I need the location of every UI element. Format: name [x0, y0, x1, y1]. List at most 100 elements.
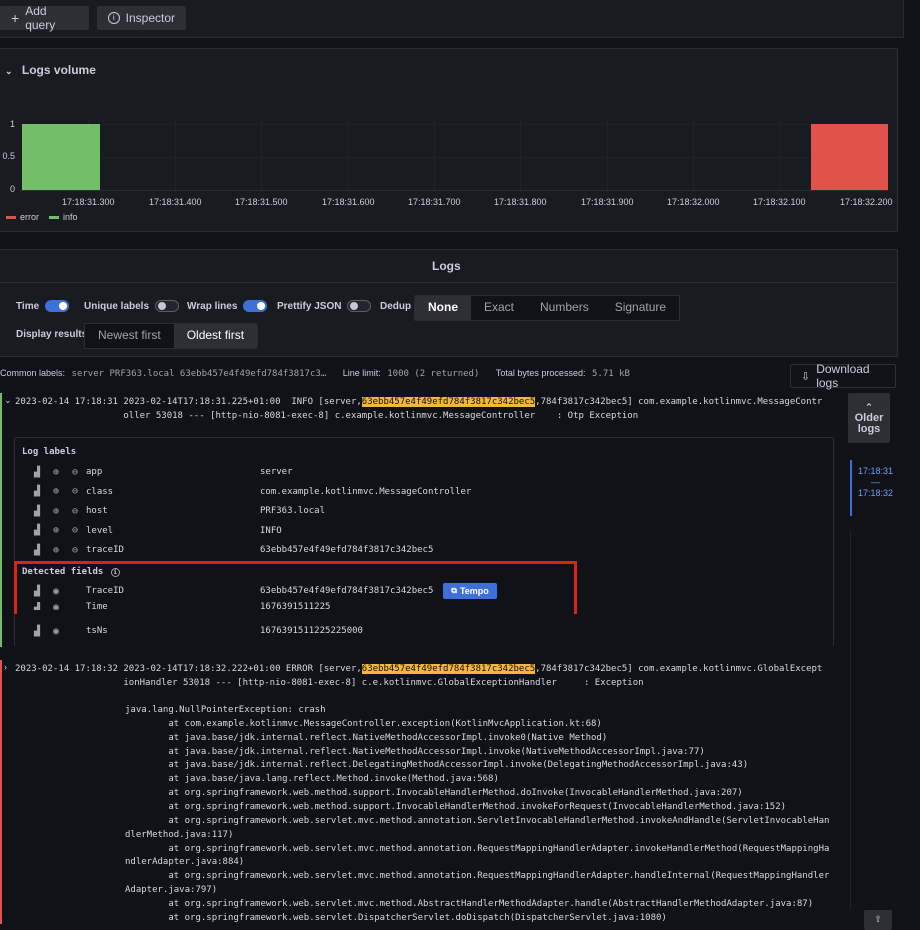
stats-icon[interactable]: ▟: [30, 545, 44, 556]
chart-legend: error info: [6, 212, 78, 222]
stats-icon[interactable]: ▟: [30, 486, 44, 497]
x-tick-label: 17:18:31.300: [62, 197, 115, 207]
unique-labels-label: Unique labels: [84, 300, 150, 312]
plus-icon: +: [11, 10, 20, 26]
older-logs-button[interactable]: ⌃ Older logs: [848, 393, 890, 443]
detected-field-row: ▟ ◉ tsNs 1676391511225225000: [30, 622, 590, 640]
zoom-out-icon[interactable]: ⊖: [68, 525, 82, 536]
nav-dash: —: [871, 477, 881, 487]
highlight-clip-cover: [17, 611, 574, 619]
wrap-lines-toggle[interactable]: [243, 300, 268, 312]
stats-icon[interactable]: ▟: [30, 626, 44, 637]
stacktrace-line: at org.springframework.web.method.suppor…: [125, 801, 787, 812]
legend-swatch-error: [6, 215, 16, 219]
scroll-to-top-button[interactable]: ⇧: [864, 910, 892, 930]
gridline-h-mid: [20, 157, 888, 158]
download-icon: ⇩: [801, 370, 811, 383]
eye-icon[interactable]: ◉: [49, 626, 63, 637]
inspector-button[interactable]: i Inspector: [97, 6, 186, 30]
download-logs-label: Download logs: [816, 362, 870, 390]
log-labels-title: Log labels: [22, 447, 77, 457]
x-tick-label: 17:18:31.600: [322, 197, 375, 207]
wrap-lines-label: Wrap lines: [187, 300, 238, 312]
bytes-processed-value: 5.71 kB: [591, 369, 630, 379]
zoom-out-icon[interactable]: ⊖: [68, 545, 82, 556]
time-toggle[interactable]: [45, 300, 70, 312]
zoom-in-icon[interactable]: ⊕: [49, 486, 63, 497]
gridline-v: [434, 118, 435, 190]
log-label-value: PRF363.local: [260, 506, 326, 516]
log-line-1: 2023-02-14 17:18:31 2023-02-14T17:18:31.…: [15, 395, 822, 409]
dedup-option-exact[interactable]: Exact: [471, 296, 527, 320]
unique-labels-control[interactable]: Unique labels: [84, 300, 180, 312]
stacktrace-line: at java.base/jdk.internal.reflect.Native…: [125, 732, 608, 743]
log-label-row: ▟ ⊕ ⊖ traceID 63ebb457e4f49efd784f3817c342be…: [30, 541, 590, 559]
zoom-out-icon[interactable]: ⊖: [68, 486, 82, 497]
zoom-in-icon[interactable]: ⊕: [49, 525, 63, 536]
gridline-v: [607, 118, 608, 190]
wrap-lines-control[interactable]: Wrap lines: [187, 300, 268, 312]
bar-info[interactable]: [22, 124, 100, 190]
order-selector[interactable]: Newest first Oldest first: [84, 323, 259, 349]
x-tick-label: 17:18:31.400: [149, 197, 202, 207]
zoom-out-icon[interactable]: ⊖: [68, 506, 82, 517]
display-results-label: Display results: [16, 329, 88, 340]
logs-panel-title: Logs: [432, 259, 461, 273]
x-tick-label: 17:18:32.200: [840, 197, 893, 207]
time-control[interactable]: Time: [16, 300, 70, 312]
highlight-box: [14, 561, 577, 614]
log-label-value: com.example.kotlinmvc.MessageController: [260, 486, 472, 497]
stacktrace-line: at org.springframework.web.servlet.mvc.m…: [125, 843, 830, 854]
log-line-2: 2023-02-14 17:18:32 2023-02-14T17:18:32.…: [15, 662, 822, 676]
prettify-json-toggle[interactable]: [347, 300, 372, 312]
legend-item-info[interactable]: info: [49, 212, 78, 222]
legend-label-error: error: [20, 212, 40, 222]
log-label-row: ▟ ⊕ ⊖ host PRF363.local: [30, 502, 590, 520]
prettify-json-label: Prettify JSON: [277, 300, 342, 312]
dedup-option-none[interactable]: None: [415, 296, 471, 320]
stacktrace-line: at org.springframework.web.servlet.mvc.m…: [125, 871, 830, 882]
x-tick-label: 17:18:32.000: [667, 197, 720, 207]
gridline-v: [261, 118, 262, 190]
x-axis-line: [20, 190, 888, 191]
stacktrace-line: at com.example.kotlinmvc.MessageControll…: [125, 718, 602, 729]
download-logs-button[interactable]: ⇩ Download logs: [790, 362, 896, 390]
stats-icon[interactable]: ▟: [30, 467, 44, 478]
order-newest-first[interactable]: Newest first: [85, 324, 174, 348]
x-tick-label: 17:18:31.500: [235, 197, 288, 207]
prettify-json-control[interactable]: Prettify JSON: [277, 300, 372, 312]
log-label-key: traceID: [86, 545, 124, 555]
unique-labels-toggle[interactable]: [155, 300, 180, 312]
dedup-option-numbers[interactable]: Numbers: [527, 296, 602, 320]
add-query-button[interactable]: + Add query: [0, 4, 89, 32]
bytes-processed-key: Total bytes processed:: [495, 368, 586, 378]
log-line-1-pre: 2023-02-14 17:18:31 2023-02-14T17:18:31.…: [15, 397, 362, 407]
log-line-1-post: ,784f3817c342bec5] com.example.kotlinmvc…: [535, 397, 823, 407]
chevron-right-icon: ›: [4, 662, 7, 672]
zoom-in-icon[interactable]: ⊕: [49, 545, 63, 556]
zoom-in-icon[interactable]: ⊕: [49, 506, 63, 517]
gridline-h-top: [20, 124, 888, 125]
legend-item-error[interactable]: error: [6, 212, 39, 222]
logs-meta: Common labels: server PRF363.local 63ebb…: [0, 368, 630, 379]
logs-volume-header[interactable]: ⌄ Logs volume: [5, 63, 96, 77]
nav-track: [850, 530, 851, 910]
stats-icon[interactable]: ▟: [30, 525, 44, 536]
log-time-range-marker[interactable]: [850, 460, 852, 516]
stacktrace-line: at org.springframework.web.servlet.mvc.m…: [125, 898, 814, 909]
zoom-out-icon[interactable]: ⊖: [68, 467, 82, 478]
log-label-value: 63ebb457e4f49efd784f3817c342bec5: [260, 545, 434, 555]
x-tick-label: 17:18:31.800: [494, 197, 547, 207]
line-limit-key: Line limit:: [342, 368, 381, 378]
order-oldest-first[interactable]: Oldest first: [173, 324, 258, 348]
bar-error[interactable]: [811, 124, 888, 190]
dedup-option-signature[interactable]: Signature: [602, 296, 679, 320]
y-tick-1: 1: [10, 119, 16, 129]
dedup-selector[interactable]: None Exact Numbers Signature: [414, 295, 681, 321]
log-label-key: app: [86, 467, 103, 477]
x-tick-label: 17:18:31.700: [408, 197, 461, 207]
stats-icon[interactable]: ▟: [30, 506, 44, 517]
detected-field-value: 1676391511225225000: [260, 626, 363, 636]
zoom-in-icon[interactable]: ⊕: [49, 467, 63, 478]
log-time-range-labels: 17:18:31 — 17:18:32: [858, 466, 893, 499]
